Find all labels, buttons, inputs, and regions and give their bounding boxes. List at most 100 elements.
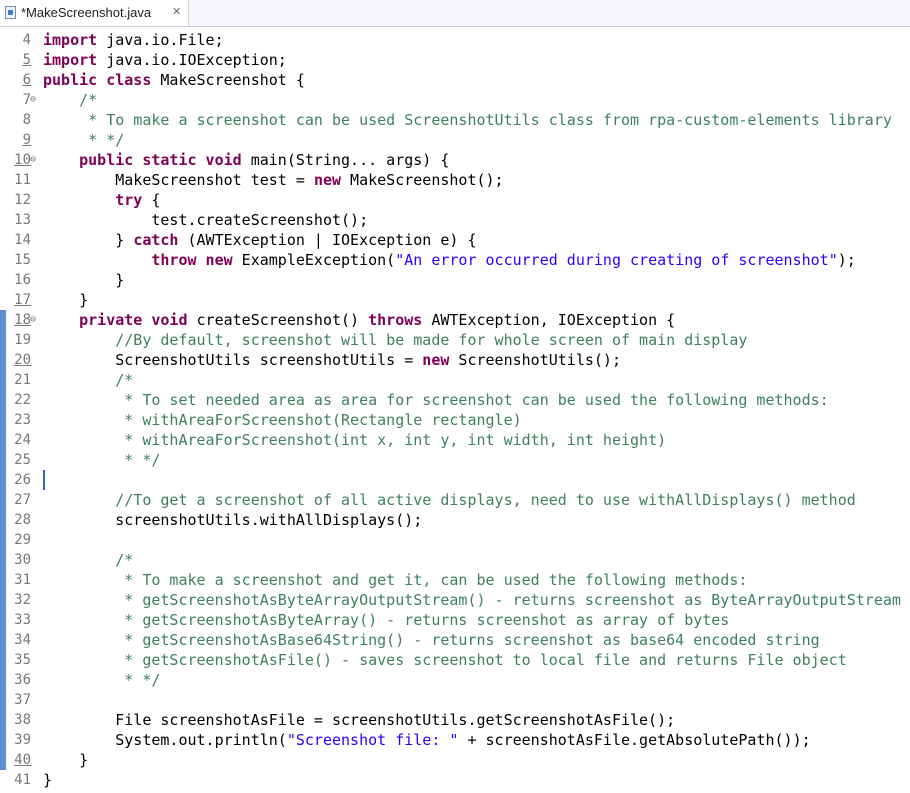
line-text: throw new ExampleException("An error occ… — [43, 250, 856, 270]
code-line[interactable]: 9 * */ — [0, 130, 910, 150]
code-line[interactable]: 34 * getScreenshotAsBase64String() - ret… — [0, 630, 910, 650]
line-number: 13 — [14, 212, 31, 228]
keyword-token: import — [43, 51, 98, 69]
line-text: * To make a screenshot can be used Scree… — [43, 110, 892, 130]
code-line[interactable]: 37 — [0, 690, 910, 710]
code-line[interactable]: 12 try { — [0, 190, 910, 210]
code-token: } — [43, 291, 89, 309]
code-line[interactable]: 5 import java.io.IOException; — [0, 50, 910, 70]
code-line[interactable]: 31 * To make a screenshot and get it, ca… — [0, 570, 910, 590]
code-line[interactable]: 36 * */ — [0, 670, 910, 690]
line-number: 4 — [22, 32, 31, 48]
code-line[interactable]: 30 /* — [0, 550, 910, 570]
code-token: MakeScreenshot test = — [43, 171, 314, 189]
keyword-token: new — [422, 351, 450, 369]
code-line[interactable]: 32 * getScreenshotAsByteArrayOutputStrea… — [0, 590, 910, 610]
comment-token: * withAreaForScreenshot(Rectangle rectan… — [124, 411, 522, 429]
line-text: try { — [43, 190, 160, 210]
code-token: java.io.IOException; — [106, 51, 287, 69]
code-token: MakeScreenshot { — [151, 71, 305, 89]
fold-toggle-icon[interactable]: ⊖ — [30, 90, 40, 110]
line-number: 26 — [14, 472, 31, 488]
code-line[interactable]: 16 } — [0, 270, 910, 290]
code-line[interactable]: 38 File screenshotAsFile = screenshotUti… — [0, 710, 910, 730]
code-line[interactable]: 6 public class MakeScreenshot { — [0, 70, 910, 90]
code-line[interactable]: 7 ⊖ /* — [0, 90, 910, 110]
line-text: * getScreenshotAsByteArray() - returns s… — [43, 610, 729, 630]
line-text: } — [43, 290, 88, 310]
code-line[interactable]: 40 } — [0, 750, 910, 770]
line-text: /* — [43, 550, 133, 570]
comment-token: * */ — [124, 451, 161, 469]
code-line[interactable]: 20 ScreenshotUtils screenshotUtils = new… — [0, 350, 910, 370]
keyword-token: throw new — [151, 251, 233, 269]
code-token: ); — [837, 251, 856, 269]
code-line[interactable]: 4 import java.io.File; — [0, 30, 910, 50]
comment-token: * To set needed area as area for screens… — [124, 391, 829, 409]
code-line[interactable]: 35 * getScreenshotAsFile() - saves scree… — [0, 650, 910, 670]
line-number: 10 — [14, 152, 31, 168]
line-number: 12 — [14, 192, 31, 208]
fold-toggle-icon[interactable]: ⊖ — [30, 310, 40, 330]
code-line[interactable]: 14 } catch (AWTException | IOException e… — [0, 230, 910, 250]
code-editor[interactable]: *MakeScreenshot.java ✕ 4 import java.io.F… — [0, 0, 910, 793]
keyword-token: try — [115, 191, 143, 209]
editor-tab[interactable]: *MakeScreenshot.java ✕ — [0, 0, 189, 26]
line-number: 38 — [14, 712, 31, 728]
line-text: * */ — [43, 670, 160, 690]
fold-toggle-icon[interactable]: ⊖ — [30, 150, 40, 170]
code-line[interactable]: 13 test.createScreenshot(); — [0, 210, 910, 230]
line-number: 17 — [14, 292, 31, 308]
code-area[interactable]: 4 import java.io.File; 5 import java.io.IOE… — [0, 30, 910, 790]
code-line[interactable]: 11 MakeScreenshot test = new MakeScreens… — [0, 170, 910, 190]
line-number: 11 — [14, 172, 31, 188]
code-line[interactable]: 41} — [0, 770, 910, 790]
line-text: public class MakeScreenshot { — [43, 70, 305, 90]
keyword-token: private void — [79, 311, 188, 329]
line-number: 22 — [14, 392, 31, 408]
code-line[interactable]: 28 screenshotUtils.withAllDisplays(); — [0, 510, 910, 530]
line-text: //By default, screenshot will be made fo… — [43, 330, 747, 350]
code-line[interactable]: 26 — [0, 470, 910, 490]
code-line[interactable]: 8 * To make a screenshot can be used Scr… — [0, 110, 910, 130]
line-text: * getScreenshotAsBase64String() - return… — [43, 630, 819, 650]
line-text: import java.io.File; — [43, 30, 224, 50]
code-token: MakeScreenshot(); — [341, 171, 504, 189]
line-number: 21 — [14, 372, 31, 388]
line-text: import java.io.IOException; — [43, 50, 287, 70]
code-line[interactable]: 24 * withAreaForScreenshot(int x, int y,… — [0, 430, 910, 450]
code-line[interactable]: 23 * withAreaForScreenshot(Rectangle rec… — [0, 410, 910, 430]
code-line[interactable]: 10 ⊖ public static void main(String... ar… — [0, 150, 910, 170]
code-line[interactable]: 21 /* — [0, 370, 910, 390]
code-line[interactable]: 27 //To get a screenshot of all active d… — [0, 490, 910, 510]
line-number: 28 — [14, 512, 31, 528]
line-number: 15 — [14, 252, 31, 268]
line-text: * withAreaForScreenshot(Rectangle rectan… — [43, 410, 522, 430]
code-line[interactable]: 25 * */ — [0, 450, 910, 470]
java-file-icon — [5, 6, 16, 19]
line-number: 27 — [14, 492, 31, 508]
code-line[interactable]: 33 * getScreenshotAsByteArray() - return… — [0, 610, 910, 630]
close-icon[interactable]: ✕ — [172, 5, 181, 18]
code-token: } — [43, 771, 53, 789]
code-line[interactable]: 18 ⊖ private void createScreenshot() thro… — [0, 310, 910, 330]
comment-token: * To make a screenshot can be used Scree… — [88, 111, 892, 129]
line-text: public static void main(String... args) … — [43, 150, 449, 170]
code-line[interactable]: 29 — [0, 530, 910, 550]
line-text: * withAreaForScreenshot(int x, int y, in… — [43, 430, 666, 450]
code-line[interactable]: 19 //By default, screenshot will be made… — [0, 330, 910, 350]
code-line[interactable]: 15 throw new ExampleException("An error … — [0, 250, 910, 270]
keyword-token: throws — [368, 311, 423, 329]
code-line[interactable]: 39 System.out.println("Screenshot file: … — [0, 730, 910, 750]
code-line[interactable]: 17 } — [0, 290, 910, 310]
code-token: java.io.File; — [106, 31, 224, 49]
code-line[interactable]: 22 * To set needed area as area for scre… — [0, 390, 910, 410]
